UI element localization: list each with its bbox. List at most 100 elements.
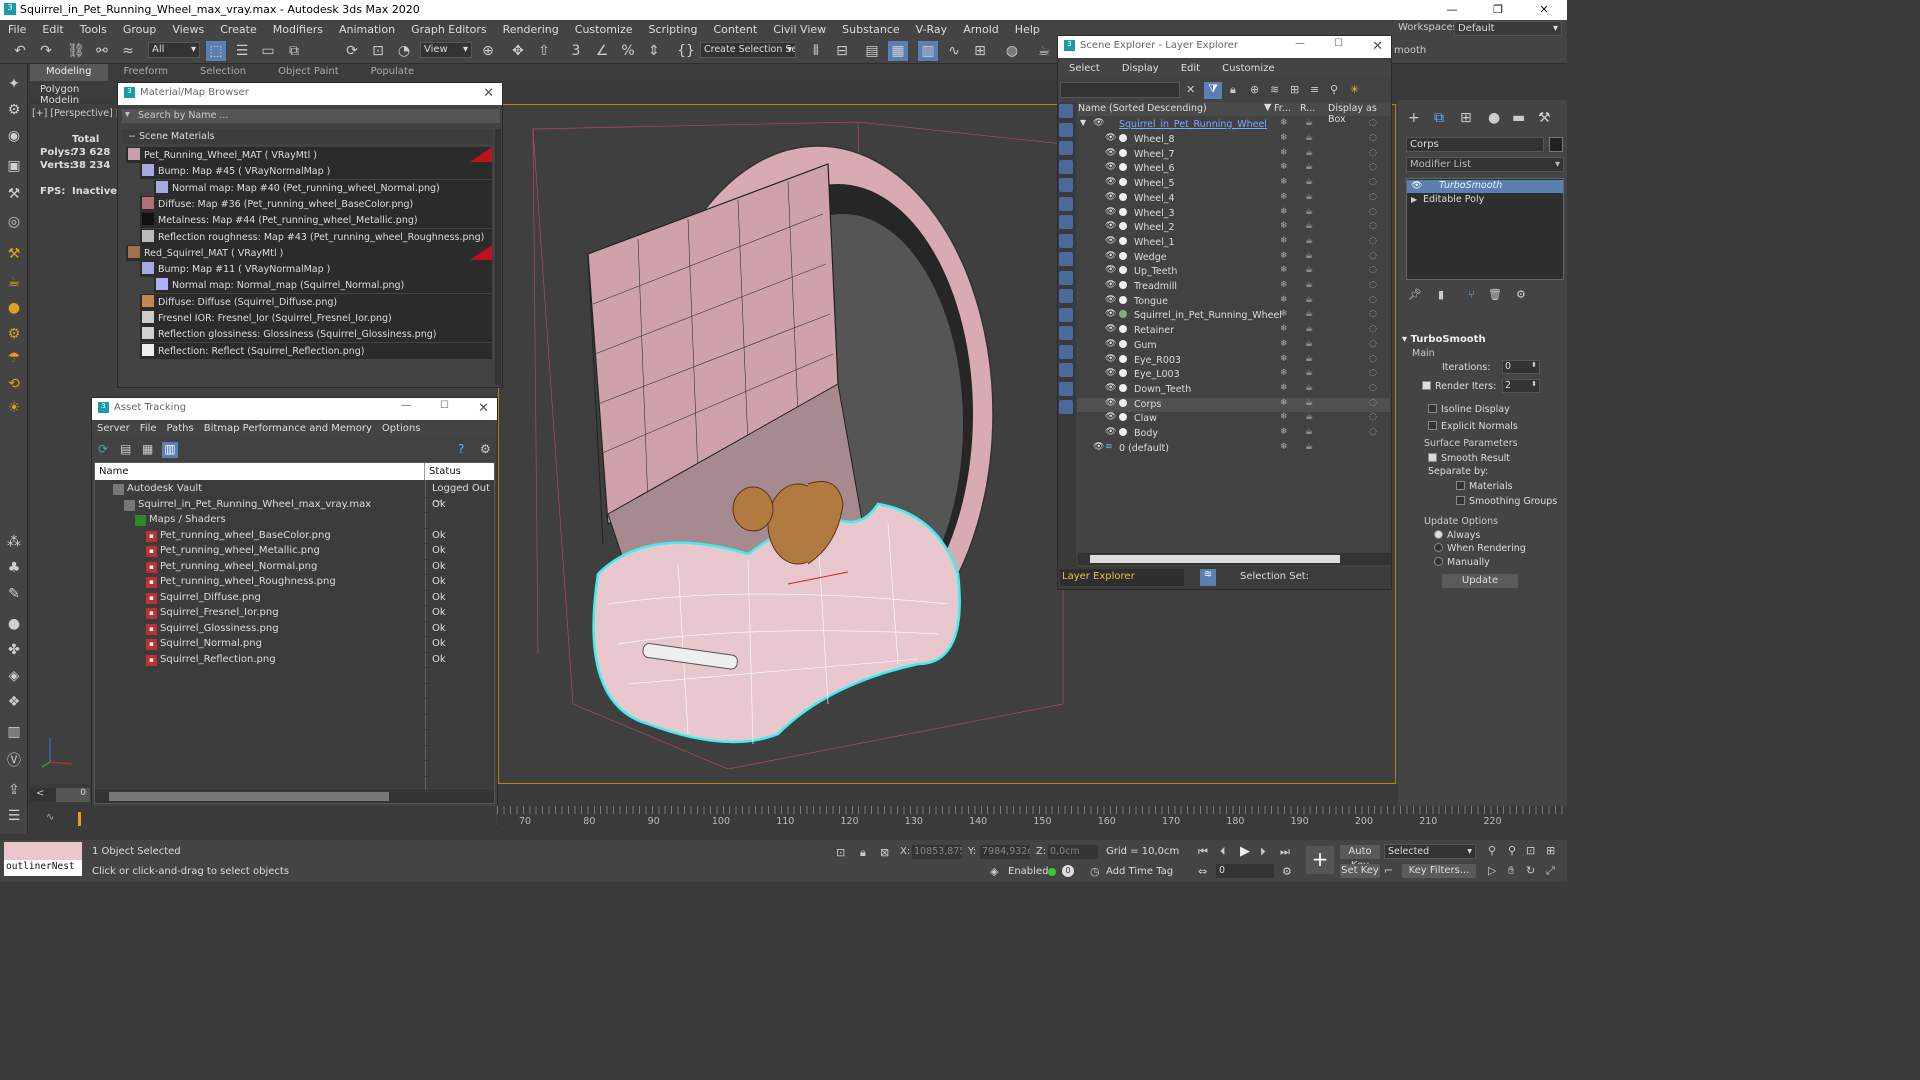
spinner-snap-icon[interactable]: ⇕: [644, 41, 664, 61]
box-display-icon[interactable]: ◌: [1369, 118, 1377, 128]
table-row[interactable]: Maps / Shaders: [96, 513, 493, 529]
freeze-icon[interactable]: ❄: [1280, 398, 1288, 408]
eye-icon[interactable]: 👁︎: [1105, 280, 1116, 290]
expand-icon[interactable]: ▶: [1411, 195, 1417, 204]
display-icon[interactable]: ▣: [5, 158, 23, 176]
scene-object-row[interactable]: 👁︎ Body ❄ ☕ ◌: [1077, 427, 1390, 442]
camera-icon[interactable]: [1059, 122, 1073, 137]
geometry-icon[interactable]: [1059, 159, 1073, 174]
bone-icon[interactable]: [1059, 252, 1073, 266]
always-radio[interactable]: Always: [1434, 530, 1480, 541]
scene-object-row[interactable]: 👁︎ Treadmill ❄ ☕ ◌: [1077, 280, 1390, 295]
teapot-icon[interactable]: ☕: [1305, 236, 1313, 246]
set-key-plus-icon[interactable]: +: [1306, 846, 1334, 874]
scene-menu-edit[interactable]: Edit: [1170, 60, 1211, 77]
path-icon[interactable]: ⟲: [5, 376, 23, 394]
box-display-icon[interactable]: ◌: [1369, 236, 1377, 246]
set-key-button[interactable]: Set Key: [1340, 864, 1380, 878]
material-item[interactable]: Bump: Map #11 ( VRayNormalMap ): [140, 261, 492, 278]
motion-icon[interactable]: ◉: [5, 128, 23, 146]
teapot-icon[interactable]: ☕: [1305, 162, 1313, 172]
menu-views[interactable]: Views: [164, 23, 212, 36]
select-object-icon[interactable]: ⬚: [206, 41, 226, 61]
maximize-button[interactable]: ❒: [1475, 0, 1521, 20]
zoom-extents-all-icon[interactable]: ⊞: [1546, 844, 1555, 857]
close-icon[interactable]: ✕: [483, 86, 494, 101]
scene-object-row[interactable]: 👁︎ Wheel_4 ❄ ☕ ◌: [1077, 192, 1390, 207]
helper-icon[interactable]: [1059, 196, 1073, 211]
pivot-center-icon[interactable]: ⊕: [478, 41, 498, 61]
curve-icon[interactable]: ∿: [46, 812, 54, 823]
menu-substance[interactable]: Substance: [834, 23, 908, 36]
maxscript-listener-pink[interactable]: [4, 842, 82, 860]
ribbon-tab-populate[interactable]: Populate: [355, 64, 430, 81]
teapot-icon[interactable]: ☕: [1305, 383, 1313, 393]
make-unique-icon[interactable]: ⑂: [1468, 288, 1475, 301]
scene-object-row[interactable]: 👁︎ Eye_R003 ❄ ☕ ◌: [1077, 354, 1390, 369]
scene-search-input[interactable]: [1060, 82, 1180, 98]
select-by-name-icon[interactable]: ☰: [232, 41, 252, 61]
time-tag-icon[interactable]: ◷: [1090, 865, 1100, 878]
ribbon-subtab[interactable]: Polygon Modelin: [30, 81, 120, 106]
close-icon[interactable]: ✕: [478, 401, 489, 416]
teapot-icon[interactable]: ☕: [1305, 148, 1313, 158]
eye-icon[interactable]: 👁︎: [1093, 118, 1104, 128]
toggle-layer-explorer-icon[interactable]: ▦: [888, 41, 908, 61]
hierarchy-icon[interactable]: ⚙: [5, 102, 23, 120]
freeze-icon[interactable]: ❄: [1280, 265, 1288, 275]
go-to-end-icon[interactable]: ⏭: [1280, 845, 1290, 859]
menu-edit[interactable]: Edit: [34, 23, 71, 36]
angle-snap-icon[interactable]: ∠: [592, 41, 612, 61]
add-layer-icon[interactable]: ⊕: [1250, 83, 1259, 96]
ribbon-tab-object-paint[interactable]: Object Paint: [262, 64, 355, 81]
freeze-icon[interactable]: ❄: [1280, 118, 1288, 128]
scene-object-row[interactable]: 👁︎ Retainer ❄ ☕ ◌: [1077, 324, 1390, 339]
container-icon[interactable]: [1059, 400, 1073, 414]
eye-icon[interactable]: 👁︎: [1411, 181, 1422, 191]
viewport-label[interactable]: [+] [Perspective] [S: [32, 108, 126, 119]
table-row[interactable]: ▪ Squirrel_Reflection.png Ok: [96, 653, 493, 668]
teapot-icon[interactable]: ☕: [1305, 192, 1313, 202]
up-arrow-icon[interactable]: ⇪: [5, 782, 23, 800]
unlink-icon[interactable]: ⚯: [92, 41, 112, 61]
asset-menu-options[interactable]: Options: [377, 420, 426, 437]
eye-icon[interactable]: 👁︎: [1105, 265, 1116, 275]
palette-icon[interactable]: ✤: [5, 642, 23, 660]
scene-object-row[interactable]: 👁︎ Wedge ❄ ☕ ◌: [1077, 251, 1390, 266]
scene-object-row[interactable]: 👁︎ Claw ❄ ☕ ◌: [1077, 412, 1390, 427]
enabled-indicator[interactable]: [1048, 868, 1056, 876]
box-display-icon[interactable]: ◌: [1369, 177, 1377, 187]
eye-icon[interactable]: 👁︎: [1105, 295, 1116, 305]
freeze-icon[interactable]: ❄: [1280, 207, 1288, 217]
render-iters-spinner[interactable]: 2 ⬍: [1502, 379, 1540, 393]
box-display-icon[interactable]: ◌: [1369, 383, 1377, 393]
scene-object-row[interactable]: 👁︎ Wheel_7 ❄ ☕ ◌: [1077, 148, 1390, 163]
keyboard-shortcut-icon[interactable]: ⇧: [534, 41, 554, 61]
box-display-icon[interactable]: ◌: [1369, 221, 1377, 231]
vray-toggle-icon[interactable]: ◈: [990, 865, 998, 878]
teapot-icon[interactable]: ☕: [1305, 118, 1313, 128]
eye-icon[interactable]: 👁︎: [1105, 354, 1116, 364]
scene-menu-display[interactable]: Display: [1111, 60, 1170, 77]
scene-object-row[interactable]: 👁︎ Wheel_6 ❄ ☕ ◌: [1077, 162, 1390, 177]
eye-icon[interactable]: 👁︎: [1105, 412, 1116, 422]
clear-search-icon[interactable]: ✕: [1186, 83, 1195, 96]
box-display-icon[interactable]: ◌: [1369, 295, 1377, 305]
key-icon[interactable]: ⌐: [1384, 864, 1393, 877]
teapot-icon[interactable]: ☕: [1305, 324, 1313, 334]
teapot-icon[interactable]: ☕: [5, 274, 23, 292]
box-display-icon[interactable]: ◌: [1369, 412, 1377, 422]
box-display-icon[interactable]: ◌: [1369, 324, 1377, 334]
stack-item-editable-poly[interactable]: Editable Poly: [1423, 194, 1484, 205]
material-item[interactable]: Diffuse: Diffuse (Squirrel_Diffuse.png): [140, 293, 492, 310]
freeze-icon[interactable]: ❄: [1280, 368, 1288, 378]
material-browser-titlebar[interactable]: 3 Material/Map Browser ✕: [118, 83, 502, 105]
light-icon[interactable]: [1059, 141, 1073, 155]
collapse-icon[interactable]: ▼: [1080, 118, 1086, 127]
table-row[interactable]: ▪ Squirrel_Glossiness.png Ok: [96, 622, 493, 637]
teapot-icon[interactable]: ☕: [1305, 309, 1313, 319]
close-button[interactable]: ✕: [1521, 0, 1567, 20]
box-display-icon[interactable]: ◌: [1369, 162, 1377, 172]
create-panel-icon[interactable]: ✦: [5, 76, 23, 94]
render-setup-icon[interactable]: ☕: [1034, 41, 1054, 61]
